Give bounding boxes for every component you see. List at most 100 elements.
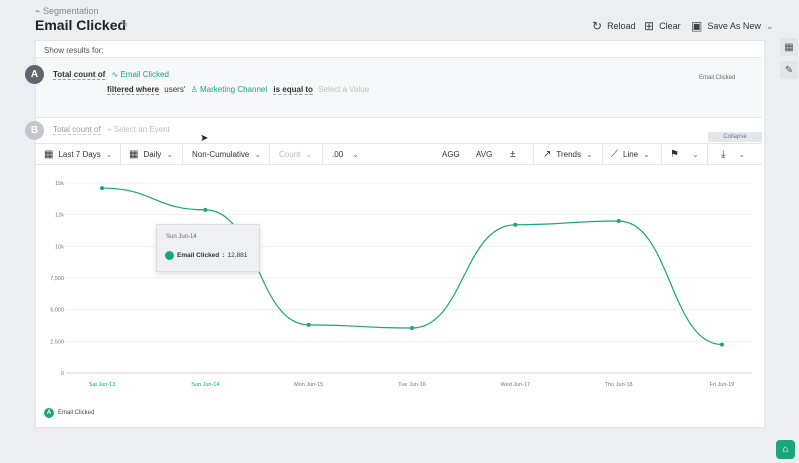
event-selector[interactable]: Email Clicked [120,70,168,79]
calendar-interval-icon: ▦ [129,148,139,160]
save-icon: ▣ [691,19,703,33]
tooltip-date: Sun Jun-14 [166,234,197,240]
trend-icon: ↗ [543,148,552,160]
y-tick-label: 15k [55,181,64,187]
y-tick-label: 5,000 [50,308,64,314]
x-tick-label: Sat Jun-13 [89,382,116,388]
y-tick-label: 10k [55,244,64,250]
chart-tooltip: Sun Jun-14 Email Clicked: 12,881 [156,224,260,272]
date-range-dropdown[interactable]: ▦ Last 7 Days ⌄ [44,144,112,164]
chevron-down-icon: ⌄ [586,149,593,159]
chart-type-dropdown[interactable]: ⟋ Line ⌄ [611,144,650,164]
save-as-new-button[interactable]: ▣ Save As New ⌄ [691,19,773,33]
line-chart-icon: ⟋ [611,148,618,160]
trends-dropdown[interactable]: ↗ Trends ⌄ [543,144,593,164]
query-b-badge: B [25,121,44,140]
toolbar-divider [269,144,270,164]
x-tick-label: Thu Jun-18 [605,382,633,388]
operator-selector[interactable]: is equal to [273,85,313,95]
reload-label: Reload [607,21,636,31]
data-point [720,342,724,347]
legend-label: Email Clicked [58,410,95,416]
trends-label: Trends [556,149,581,159]
edit-title-icon[interactable]: ✎ [120,19,128,30]
x-tick-label: Sun Jun-14 [191,382,219,388]
clear-button[interactable]: ⊞ Clear [644,19,681,33]
x-tick-label: Tue Jun-16 [398,382,426,388]
pencil-icon[interactable]: ✎ [780,61,798,79]
segmentation-icon: ⌁ [35,6,41,16]
chat-icon[interactable]: ⌂ [776,440,795,459]
clear-icon: ⊞ [644,19,655,33]
legend-badge: A [44,408,54,418]
chart-toolbar: ▦ Last 7 Days ⌄ ▦ Daily ⌄ Non-Cumulative… [36,143,762,165]
show-results-label: Show results for: [44,46,104,55]
reload-button[interactable]: ↻ Reload [592,19,636,33]
breadcrumb-segmentation: Segmentation [42,6,99,16]
toolbar-divider [661,144,662,164]
export-dropdown[interactable]: ⤓ ⌄ [721,144,745,164]
query-b-total-count[interactable]: Total count of [53,125,101,135]
x-tick-label: Mon Jun-15 [294,382,323,388]
toolbar-divider [707,144,708,164]
line-chart[interactable]: 0 2,500 5,000 7,500 10k 12k 15k Sat Jun-13 Sun J… [36,165,762,395]
chevron-down-icon: ⌄ [305,149,313,159]
reload-icon: ↻ [592,19,603,33]
collapse-button[interactable]: Collapse [708,132,762,142]
download-icon: ⤓ [721,148,726,160]
data-point [306,322,311,327]
calendar-icon: ▦ [44,148,54,160]
annotations-dropdown[interactable]: ⚑ ⌄ [670,144,699,164]
property-selector[interactable]: Marketing Channel [200,85,267,94]
toolbar-divider [322,144,323,164]
toolbar-divider [533,144,534,164]
flag-icon: ⚑ [670,148,679,160]
chevron-down-icon: ⌄ [738,149,746,159]
event-icon: ∿ [111,70,119,79]
chevron-down-icon: ⌄ [765,20,774,31]
cumulative-dropdown[interactable]: Non-Cumulative ⌄ [192,144,261,164]
agg-label: AGG [442,149,460,159]
clear-label: Clear [659,21,681,31]
chart-type-label: Line [623,149,639,159]
interval-dropdown[interactable]: ▦ Daily ⌄ [129,144,173,164]
formula-icon[interactable]: ± [510,144,516,164]
decimals-dropdown[interactable]: .00 ⌄ [332,144,359,164]
add-event-icon: + [106,125,112,134]
agg-button[interactable]: AGG [442,144,460,164]
data-point [410,326,414,331]
breadcrumb[interactable]: ⌁ Segmentation [35,6,98,17]
avg-label: AVG [476,149,493,159]
table-view-icon[interactable]: ▦ [780,38,798,56]
query-a-event-label: Email Clicked [699,75,736,81]
tooltip-value: 12,881 [227,252,248,259]
y-tick-label: 7,500 [50,276,64,282]
data-point [100,186,104,191]
chevron-down-icon: ⌄ [166,149,173,159]
chevron-down-icon: ⌄ [105,149,113,159]
x-tick-label: Fri Jun-19 [710,382,735,388]
value-selector[interactable]: Select a Value [318,85,369,94]
interval-label: Daily [143,149,162,159]
filtered-where-label[interactable]: filtered where [107,85,160,95]
total-count-selector[interactable]: Total count of [53,70,106,80]
save-label: Save As New [707,21,761,31]
toolbar-divider [120,144,121,164]
x-tick-label: Wed Jun-17 [501,382,531,388]
users-label: users' [164,85,186,94]
divider [36,117,762,118]
select-event-selector[interactable]: Select an Event [114,125,170,134]
data-point [513,222,518,227]
data-point [203,207,208,212]
chart-legend[interactable]: A Email Clicked [44,408,94,418]
tooltip-series-name: Email Clicked [177,252,220,259]
query-a-badge: A [25,65,44,84]
chevron-down-icon: ⌄ [352,149,359,159]
count-dropdown[interactable]: Count ⌄ [279,144,312,164]
y-tick-label: 0 [61,371,64,377]
avg-button[interactable]: AVG [476,144,492,164]
page-title: Email Clicked [35,17,127,33]
cumulative-label: Non-Cumulative [192,149,250,159]
data-point [616,219,621,223]
date-range-label: Last 7 Days [58,149,101,159]
